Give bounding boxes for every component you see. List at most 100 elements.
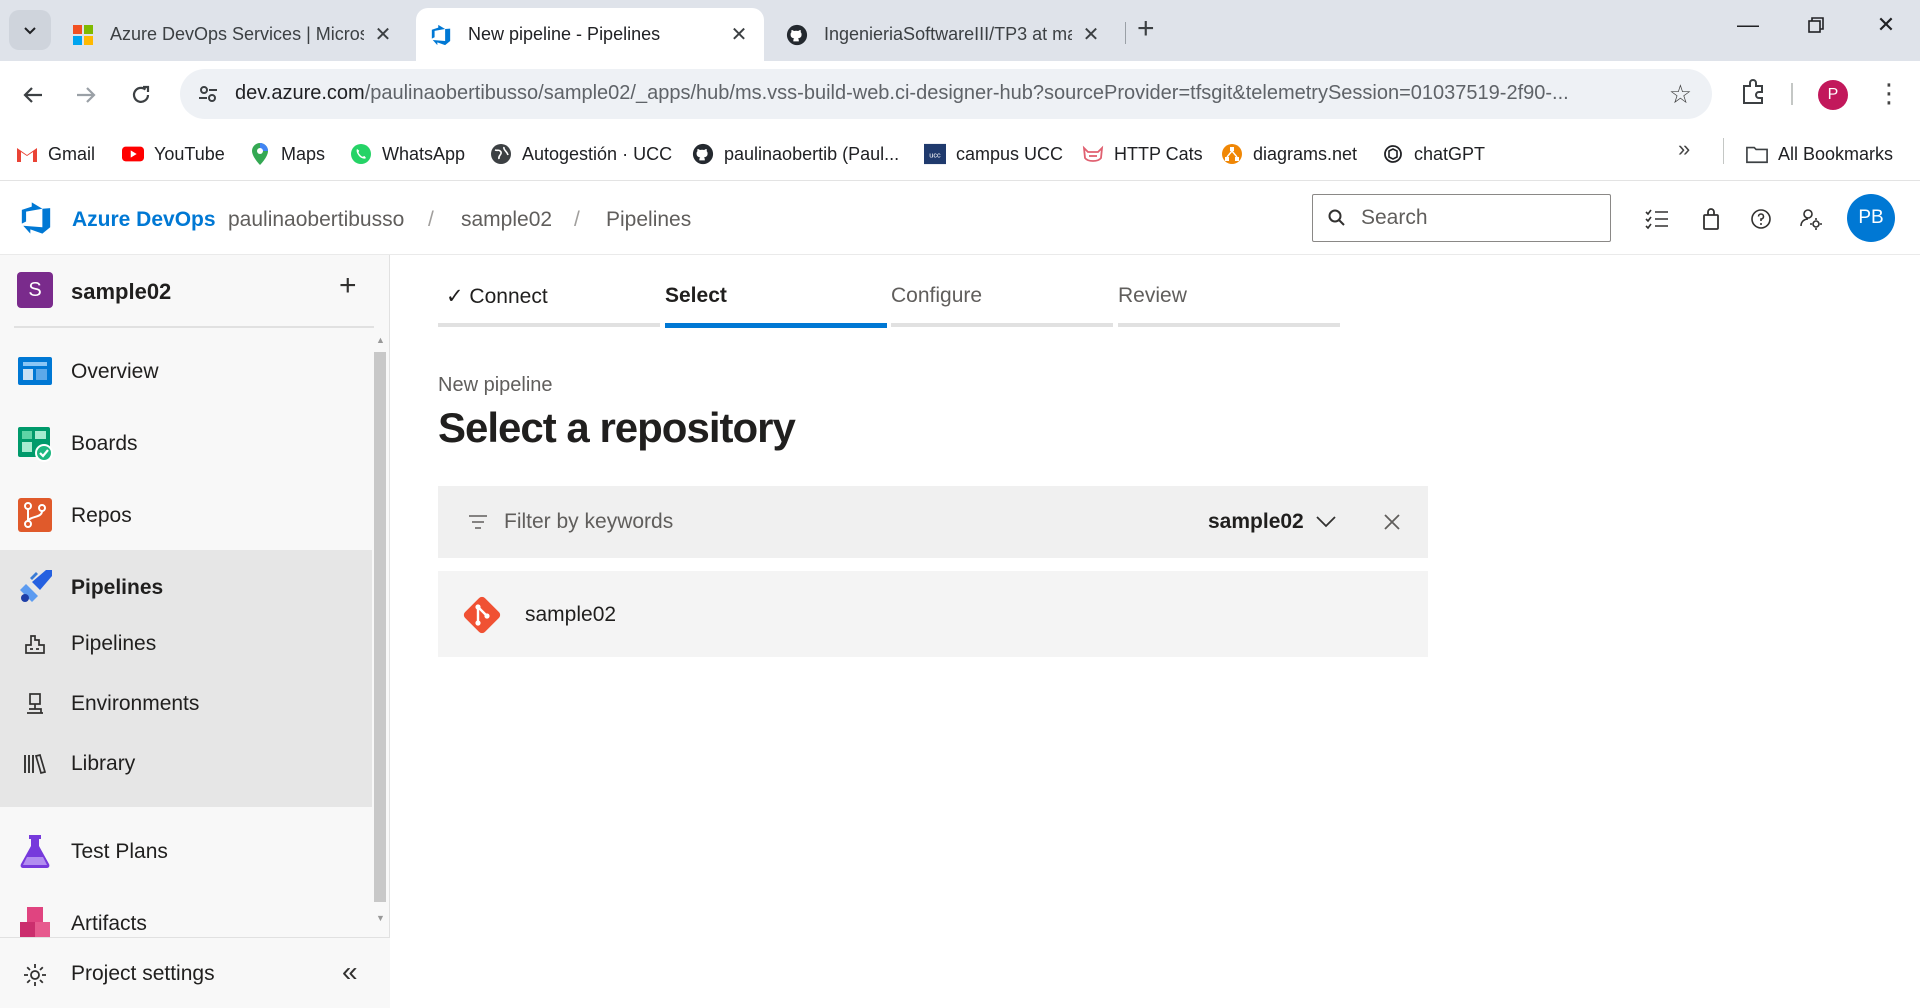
user-settings-icon[interactable] [1796, 204, 1826, 234]
breadcrumb-separator: / [574, 208, 580, 231]
repository-list-item[interactable]: sample02 [438, 571, 1428, 657]
browser-menu-icon[interactable]: ⋮ [1876, 78, 1902, 109]
bookmark-youtube[interactable]: YouTube [122, 138, 225, 170]
step-connect[interactable]: ✓ Connect [438, 280, 660, 328]
project-settings-row[interactable]: Project settings « [0, 937, 390, 1008]
sidebar-subitem-library[interactable]: Library [0, 733, 372, 793]
bookmark-whatsapp[interactable]: WhatsApp [350, 138, 465, 170]
bookmark-chatgpt[interactable]: chatGPT [1382, 138, 1485, 170]
close-icon[interactable]: ✕ [728, 22, 750, 47]
breadcrumb-project[interactable]: sample02 [461, 208, 552, 232]
svg-text:ucc: ucc [929, 151, 941, 160]
restore-icon [1808, 17, 1824, 33]
user-avatar[interactable]: PB [1847, 194, 1895, 242]
bookmarks-overflow-button[interactable]: » [1678, 136, 1690, 162]
azure-devops-logo-icon[interactable] [19, 201, 53, 235]
sidebar-item-label: Overview [71, 360, 159, 383]
bookmark-star-icon[interactable]: ☆ [1669, 79, 1692, 110]
library-icon [24, 753, 47, 775]
folder-icon [1746, 143, 1768, 165]
url-text: dev.azure.com/paulinaobertibusso/sample0… [235, 82, 1625, 105]
forward-button[interactable] [68, 77, 104, 113]
bookmark-label: Maps [281, 143, 326, 164]
tab-title: Azure DevOps Services | Micros [110, 24, 364, 44]
new-tab-button[interactable]: + [1137, 14, 1155, 44]
step-indicator [438, 323, 660, 327]
bookmark-maps[interactable]: Maps [249, 138, 325, 170]
overview-icon [18, 357, 52, 385]
help-icon[interactable] [1746, 204, 1776, 234]
sidebar-item-repos[interactable]: Repos [0, 479, 372, 551]
scope-dropdown-value[interactable]: sample02 [1208, 510, 1304, 534]
globe-icon [490, 143, 512, 165]
search-box[interactable] [1312, 194, 1611, 242]
bookmark-label: Autogestión · UCC [522, 143, 673, 164]
browser-tab-active[interactable]: New pipeline - Pipelines ✕ [416, 8, 764, 61]
tab-search-button[interactable] [9, 10, 51, 50]
bookmark-label: All Bookmarks [1778, 143, 1894, 164]
sidebar-scrollbar[interactable] [374, 352, 386, 902]
breadcrumb-page[interactable]: Pipelines [606, 208, 691, 232]
bookmark-autogestion[interactable]: Autogestión · UCC [490, 138, 672, 170]
browser-toolbar: dev.azure.com/paulinaobertibusso/sample0… [0, 61, 1920, 127]
ado-brand[interactable]: Azure DevOps [72, 208, 216, 232]
close-icon[interactable] [1380, 510, 1404, 534]
chevron-down-icon[interactable] [1314, 509, 1338, 533]
project-badge: S [17, 272, 53, 308]
step-select[interactable]: Select [665, 280, 887, 328]
step-indicator [1118, 323, 1340, 327]
url-host: dev.azure.com [235, 82, 365, 104]
sidebar-item-boards[interactable]: Boards [0, 407, 372, 479]
search-input[interactable] [1359, 203, 1599, 233]
browser-tabstrip: Azure DevOps Services | Micros ✕ New pip… [0, 0, 1920, 61]
boards-icon [18, 427, 53, 462]
sidebar-subitem-pipelines[interactable]: Pipelines [0, 613, 372, 673]
bookmark-http-cats[interactable]: HTTP Cats [1082, 138, 1203, 170]
cat-icon [1082, 143, 1104, 165]
breadcrumb-organization[interactable]: paulinaobertibusso [228, 208, 404, 232]
bookmark-campus-ucc[interactable]: ucc campus UCC [924, 138, 1063, 170]
reload-button[interactable] [123, 77, 159, 113]
youtube-icon [122, 143, 144, 165]
close-icon[interactable]: ✕ [372, 22, 394, 47]
back-button[interactable] [15, 77, 51, 113]
filter-input[interactable] [502, 506, 1002, 538]
close-window-button[interactable]: ✕ [1866, 12, 1906, 38]
site-settings-icon[interactable] [196, 82, 220, 106]
project-header[interactable]: S sample02 + [0, 255, 390, 327]
bookmark-label: WhatsApp [382, 143, 466, 164]
extensions-icon[interactable] [1738, 77, 1768, 107]
browser-tab[interactable]: Azure DevOps Services | Micros ✕ [58, 8, 408, 61]
close-icon[interactable]: ✕ [1080, 22, 1102, 47]
project-settings-label: Project settings [71, 962, 215, 985]
ucc-logo-icon: ucc [924, 143, 946, 165]
search-icon [1328, 209, 1345, 226]
sidebar-subitem-environments[interactable]: Environments [0, 673, 372, 733]
bookmark-gmail[interactable]: Gmail [16, 138, 95, 170]
chevron-down-icon [24, 27, 36, 35]
profile-avatar[interactable]: P [1818, 80, 1848, 110]
scroll-up-arrow[interactable]: ▲ [376, 335, 385, 345]
browser-tab[interactable]: IngenieriaSoftwareIII/TP3 at ma ✕ [772, 8, 1116, 61]
marketplace-bag-icon[interactable] [1696, 204, 1726, 234]
sidebar-item-overview[interactable]: Overview [0, 335, 372, 407]
environments-icon [27, 693, 43, 714]
all-bookmarks[interactable]: All Bookmarks [1746, 138, 1893, 170]
bookmark-label: YouTube [154, 143, 225, 164]
step-indicator [891, 323, 1113, 327]
work-items-icon[interactable] [1642, 204, 1672, 234]
bookmark-github[interactable]: paulinaobertib (Paul... [692, 138, 899, 170]
minimize-button[interactable]: — [1728, 12, 1768, 38]
restore-button[interactable] [1796, 12, 1836, 40]
bookmark-diagrams[interactable]: diagrams.net [1221, 138, 1357, 170]
breadcrumb-separator: / [428, 208, 434, 231]
microsoft-logo-icon [73, 24, 93, 45]
collapse-nav-icon[interactable]: « [342, 956, 358, 988]
sidebar-item-label: Pipelines [71, 576, 164, 599]
scroll-down-arrow[interactable]: ▼ [376, 913, 385, 923]
filter-bar: sample02 [438, 486, 1428, 558]
maps-pin-icon [249, 143, 271, 165]
add-icon[interactable]: + [339, 269, 357, 303]
sidebar-item-test-plans[interactable]: Test Plans [0, 815, 372, 887]
address-bar[interactable]: dev.azure.com/paulinaobertibusso/sample0… [180, 69, 1712, 119]
